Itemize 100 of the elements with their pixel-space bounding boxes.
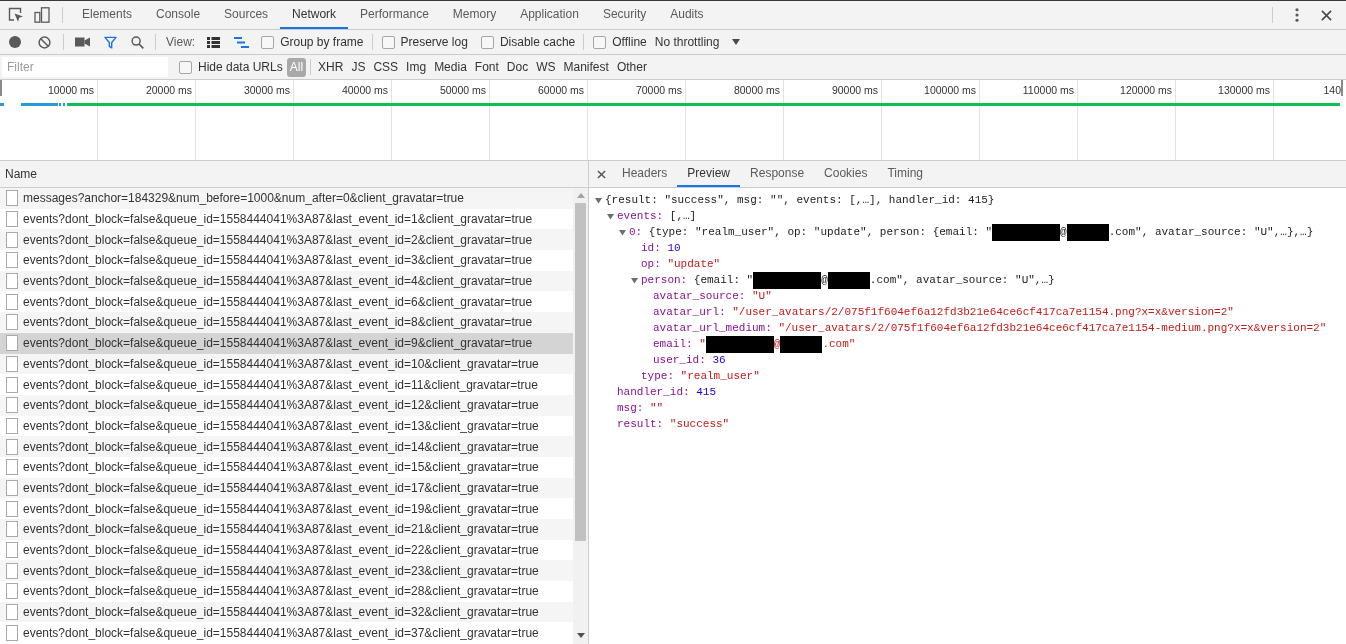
range-handle[interactable] [1341, 80, 1343, 96]
scroll-down-arrow-icon[interactable] [576, 633, 585, 638]
request-name: events?dont_block=false&queue_id=1558444041%3A87&last_event_id=17&client_gravatar=true [23, 479, 539, 497]
request-row[interactable]: messages?anchor=184329&num_before=1000&num_after=0&client_gravatar=true [0, 188, 573, 209]
scrollbar[interactable] [573, 188, 588, 644]
type-filter-button[interactable]: Doc [503, 57, 532, 77]
time-tick-label: 10000 ms [47, 83, 94, 98]
request-row[interactable]: events?dont_block=false&queue_id=1558444041%3A87&last_event_id=8&client_gravatar=true [0, 312, 573, 333]
type-filter-button[interactable]: Media [431, 57, 470, 77]
request-name: events?dont_block=false&queue_id=1558444041%3A87&last_event_id=32&client_gravatar=true [23, 604, 539, 622]
clear-icon[interactable] [38, 35, 51, 49]
request-name: events?dont_block=false&queue_id=1558444041%3A87&last_event_id=12&client_gravatar=true [23, 397, 539, 415]
throttling-dropdown[interactable]: No throttling [654, 33, 741, 51]
panel-tab[interactable]: Application [508, 1, 591, 29]
object-preview: @ [821, 272, 828, 288]
request-name: events?dont_block=false&queue_id=1558444041%3A87&last_event_id=1&client_gravatar=true [23, 211, 533, 229]
type-filter-button[interactable]: CSS [370, 57, 402, 77]
type-filter-button[interactable]: JS [348, 57, 369, 77]
request-row[interactable]: events?dont_block=false&queue_id=1558444041%3A87&last_event_id=12&client_gravatar=true [0, 394, 573, 416]
property-value: 415 [696, 384, 717, 400]
request-name: events?dont_block=false&queue_id=1558444041%3A87&last_event_id=3&client_gravatar=true [23, 252, 533, 270]
checkbox-label[interactable]: Hide data URLs [198, 58, 283, 76]
detail-tab[interactable]: Cookies [814, 161, 878, 187]
detail-tab[interactable]: Headers [612, 161, 678, 187]
waterfall-icon[interactable] [234, 36, 250, 48]
request-row[interactable]: events?dont_block=false&queue_id=1558444041%3A87&last_event_id=9&client_gravatar=true [0, 332, 573, 354]
time-tick-label: 90000 ms [831, 83, 878, 98]
object-preview: .com", avatar_source: "U",…},…} [1108, 224, 1314, 240]
disclosure-triangle-icon[interactable] [619, 228, 626, 236]
type-filter-button[interactable]: Font [471, 57, 502, 77]
type-filter-button[interactable]: Manifest [560, 57, 612, 77]
inspect-element-icon[interactable] [8, 7, 24, 23]
checkbox-label[interactable]: Offline [612, 33, 647, 51]
detail-tab[interactable]: Timing [877, 161, 933, 187]
request-row[interactable]: events?dont_block=false&queue_id=1558444041%3A87&last_event_id=10&client_gravatar=true [0, 353, 573, 375]
panel-tab[interactable]: Console [144, 1, 213, 29]
file-icon [6, 376, 18, 393]
search-icon[interactable] [131, 35, 144, 49]
record-icon[interactable] [9, 36, 21, 48]
request-name: events?dont_block=false&queue_id=1558444041%3A87&last_event_id=6&client_gravatar=true [23, 293, 533, 311]
type-filter-button[interactable]: Img [403, 57, 430, 77]
panel-tab[interactable]: Audits [658, 1, 716, 29]
request-row[interactable]: events?dont_block=false&queue_id=1558444041%3A87&last_event_id=32&client_gravatar=true [0, 601, 573, 623]
type-filter-button[interactable]: Other [613, 57, 650, 77]
property-value: "realm_user" [680, 368, 760, 384]
file-icon [6, 273, 18, 290]
checkbox-label[interactable]: Group by frame [280, 33, 364, 51]
checkbox[interactable] [593, 35, 607, 49]
checkbox[interactable] [261, 35, 275, 49]
property-value: .com" [822, 336, 856, 352]
request-name: events?dont_block=false&queue_id=1558444041%3A87&last_event_id=11&client_gravatar=true [23, 376, 538, 394]
panel-tab[interactable]: Sources [212, 1, 281, 29]
property-value: "U" [752, 288, 772, 304]
property-key: avatar_url: [653, 303, 726, 321]
close-icon[interactable] [597, 169, 606, 179]
panel-tab[interactable]: Security [590, 1, 659, 29]
checkbox[interactable] [480, 35, 494, 49]
time-tick-label: 130000 ms [1218, 83, 1270, 98]
property-value: "/user_avatars/2/075f1f604ef6a12fd3b21e64ce6cf417ca7e1154-medium.png?x=x&version=2" [778, 320, 1327, 336]
detail-tab[interactable]: Preview [677, 161, 741, 187]
filter-icon[interactable] [104, 35, 117, 49]
file-icon [6, 355, 18, 372]
property-key: user_id: [653, 351, 706, 369]
close-icon[interactable] [1321, 9, 1332, 21]
more-options-icon[interactable] [1295, 8, 1299, 22]
scrollbar-thumb[interactable] [575, 203, 586, 541]
detail-tab[interactable]: Response [740, 161, 815, 187]
column-header[interactable]: Name [5, 165, 37, 183]
request-row[interactable]: events?dont_block=false&queue_id=1558444041%3A87&last_event_id=21&client_gravatar=true [0, 519, 573, 540]
object-preview: @ [1060, 224, 1067, 240]
panel-tab[interactable]: Elements [70, 1, 145, 29]
checkbox-label[interactable]: Preserve log [400, 33, 468, 51]
time-tick-label: 100000 ms [924, 83, 976, 98]
panel-tab[interactable]: Performance [348, 1, 441, 29]
type-filter-button[interactable]: WS [533, 57, 559, 77]
checkbox[interactable] [179, 60, 192, 74]
request-row[interactable]: events?dont_block=false&queue_id=1558444041%3A87&last_event_id=23&client_gravatar=true [0, 560, 573, 582]
range-handle[interactable] [0, 80, 2, 96]
video-camera-icon[interactable] [75, 37, 90, 47]
request-row[interactable]: events?dont_block=false&queue_id=1558444041%3A87&last_event_id=4&client_gravatar=true [0, 270, 573, 292]
property-value: "success" [669, 416, 730, 432]
request-row[interactable]: events?dont_block=false&queue_id=1558444041%3A87&last_event_id=14&client_gravatar=true [0, 436, 573, 457]
property-key: type: [641, 367, 674, 385]
file-icon [6, 335, 18, 352]
checkbox[interactable] [381, 35, 395, 49]
checkbox-label[interactable]: Disable cache [499, 33, 576, 51]
type-filter-button[interactable]: XHR [315, 57, 347, 77]
devices-icon[interactable] [34, 7, 50, 23]
list-icon[interactable] [207, 36, 221, 48]
panel-tab[interactable]: Memory [440, 1, 509, 29]
request-row[interactable]: events?dont_block=false&queue_id=1558444041%3A87&last_event_id=17&client_gravatar=true [0, 477, 573, 499]
disclosure-triangle-icon[interactable] [631, 276, 638, 284]
disclosure-triangle-icon[interactable] [595, 196, 602, 204]
request-name: events?dont_block=false&queue_id=1558444041%3A87&last_event_id=10&client_gravatar=true [23, 355, 539, 373]
time-tick-label: 20000 ms [145, 83, 192, 98]
filter-field[interactable]: Filter [2, 57, 168, 77]
request-row[interactable]: events?dont_block=false&queue_id=1558444041%3A87&last_event_id=2&client_gravatar=true [0, 229, 573, 251]
disclosure-triangle-icon[interactable] [607, 212, 614, 220]
property-key: avatar_source: [653, 287, 746, 305]
property-key: id: [641, 239, 661, 257]
